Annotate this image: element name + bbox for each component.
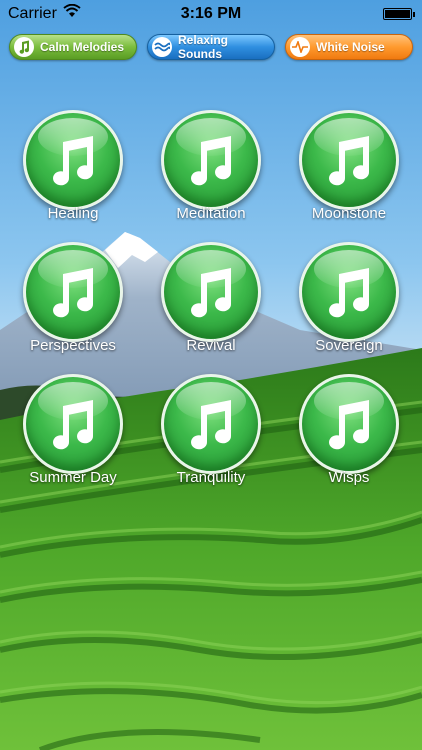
music-note-icon bbox=[329, 136, 370, 186]
music-note-icon bbox=[191, 400, 232, 450]
music-note-icon bbox=[191, 136, 232, 186]
tab-calm-melodies-label: Calm Melodies bbox=[40, 40, 125, 54]
track-tranquility[interactable]: Tranquility bbox=[146, 374, 276, 504]
battery-level bbox=[385, 10, 410, 18]
track-button[interactable] bbox=[23, 374, 123, 474]
track-perspectives[interactable]: Perspectives bbox=[8, 242, 138, 372]
music-note-icon bbox=[329, 400, 370, 450]
tab-relaxing-sounds[interactable]: Relaxing Sounds bbox=[147, 33, 275, 61]
status-bar: Carrier 3:16 PM bbox=[0, 0, 422, 30]
track-summer-day[interactable]: Summer Day bbox=[8, 374, 138, 504]
track-label: Moonstone bbox=[311, 205, 387, 222]
tab-calm-melodies[interactable]: Calm Melodies bbox=[9, 34, 137, 60]
tab-white-noise-label: White Noise bbox=[316, 40, 385, 54]
tab-relaxing-sounds-label: Relaxing Sounds bbox=[178, 33, 229, 61]
track-sovereign[interactable]: Sovereign bbox=[284, 242, 414, 372]
track-button[interactable] bbox=[161, 110, 261, 210]
track-button[interactable] bbox=[299, 110, 399, 210]
track-label: Summer Day bbox=[29, 469, 117, 486]
battery-icon bbox=[383, 8, 415, 20]
track-label: Wisps bbox=[328, 469, 370, 486]
music-note-icon bbox=[191, 268, 232, 318]
track-label: Revival bbox=[186, 337, 236, 354]
track-wisps[interactable]: Wisps bbox=[284, 374, 414, 504]
track-button[interactable] bbox=[161, 374, 261, 474]
music-note-icon bbox=[53, 400, 94, 450]
track-label: Healing bbox=[47, 205, 99, 222]
music-note-icon bbox=[53, 136, 94, 186]
track-revival[interactable]: Revival bbox=[146, 242, 276, 372]
track-button[interactable] bbox=[23, 242, 123, 342]
track-label: Perspectives bbox=[30, 337, 116, 354]
clock: 3:16 PM bbox=[180, 5, 242, 22]
music-note-icon bbox=[14, 37, 34, 57]
track-button[interactable] bbox=[299, 242, 399, 342]
pulse-icon bbox=[290, 37, 310, 57]
track-label: Meditation bbox=[176, 205, 246, 222]
track-meditation[interactable]: Meditation bbox=[146, 110, 276, 240]
music-note-icon bbox=[53, 268, 94, 318]
track-button[interactable] bbox=[23, 110, 123, 210]
tab-white-noise[interactable]: White Noise bbox=[285, 34, 413, 60]
track-button[interactable] bbox=[299, 374, 399, 474]
music-note-icon bbox=[329, 268, 370, 318]
track-label: Tranquility bbox=[176, 469, 246, 486]
track-button[interactable] bbox=[161, 242, 261, 342]
track-healing[interactable]: Healing bbox=[8, 110, 138, 240]
waves-icon bbox=[152, 37, 172, 57]
track-moonstone[interactable]: Moonstone bbox=[284, 110, 414, 240]
track-label: Sovereign bbox=[315, 337, 383, 354]
